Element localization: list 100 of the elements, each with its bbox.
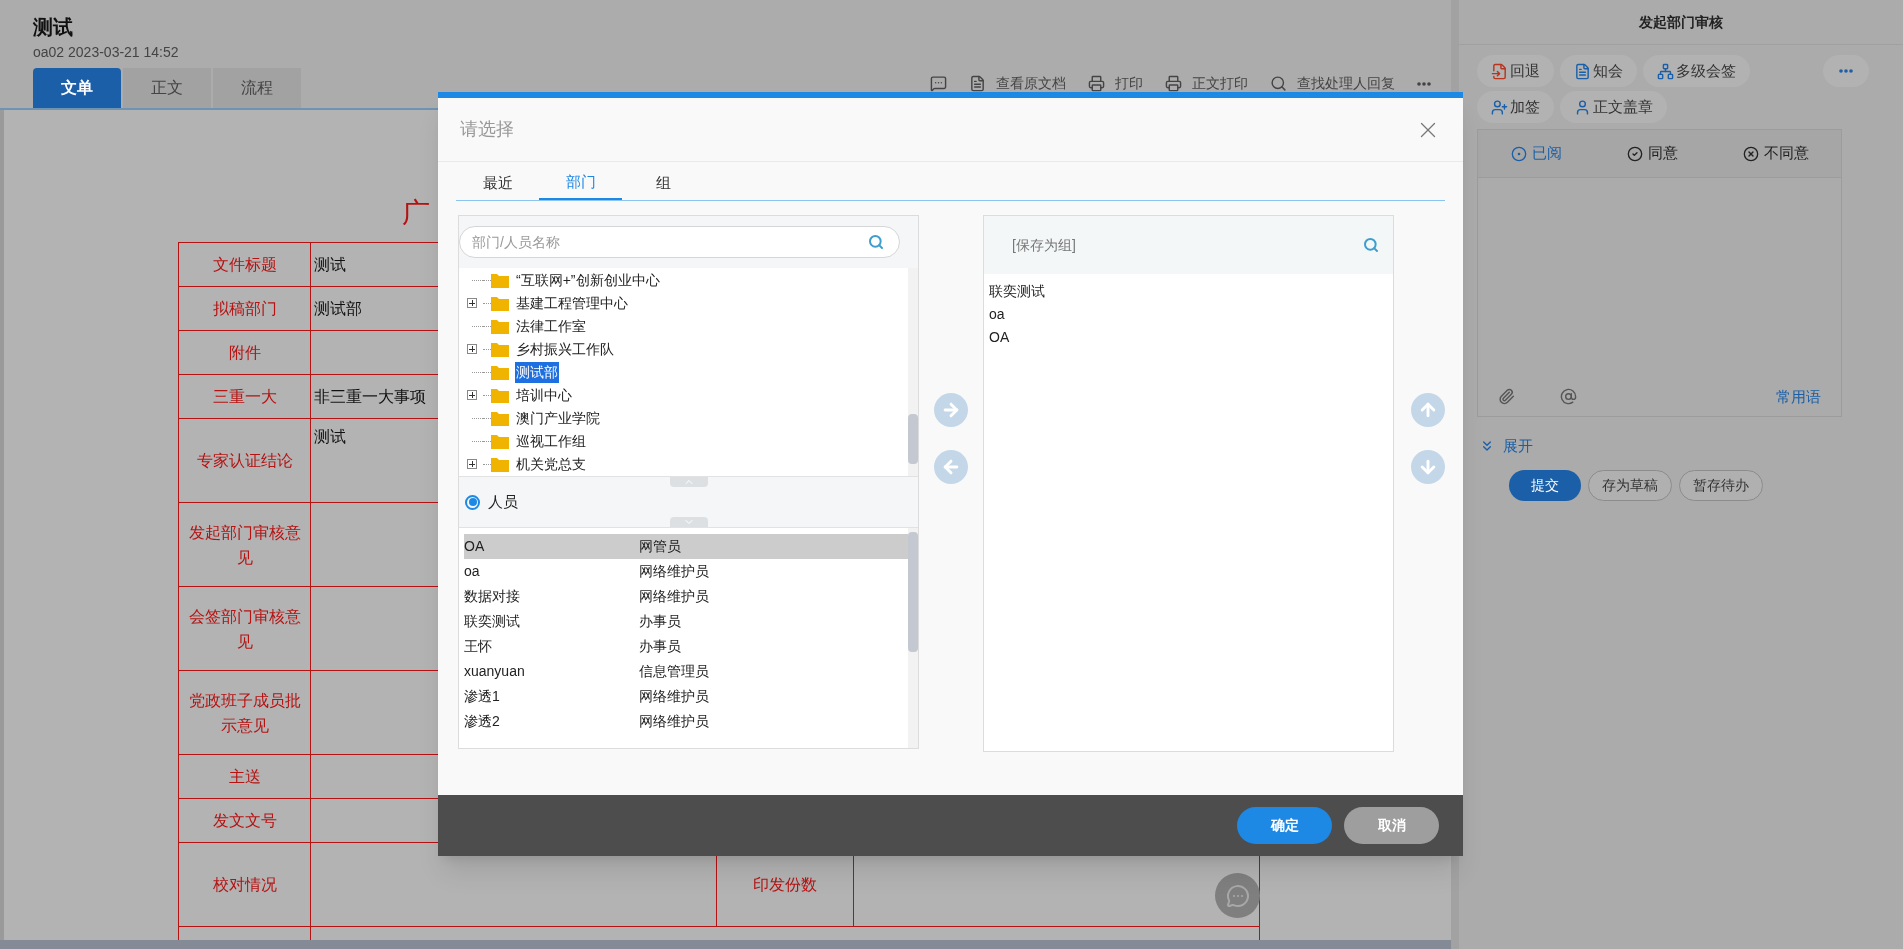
person-role: 网管员 — [639, 537, 681, 556]
arrow-left-icon — [941, 457, 961, 477]
action-button[interactable]: 多级会签 — [1643, 55, 1750, 87]
document-icon — [1574, 62, 1591, 80]
user-plus-icon — [1491, 98, 1508, 116]
person-role: 网络维护员 — [639, 687, 709, 706]
field-label: 党政班子成员批示意见 — [179, 671, 311, 755]
folder-icon — [491, 318, 509, 334]
tree-item[interactable]: 培训中心 — [515, 384, 573, 406]
paperclip-icon[interactable] — [1498, 388, 1515, 406]
field-label: 会签部门审核意见 — [179, 587, 311, 671]
action-button[interactable]: 加签 — [1477, 91, 1554, 123]
more-button[interactable] — [1417, 81, 1431, 86]
document-tab[interactable]: 正文 — [123, 68, 211, 108]
document-tab[interactable]: 流程 — [213, 68, 301, 108]
field-label: 发起部门审核意见 — [179, 503, 311, 587]
field-label: 校对情况 — [179, 843, 311, 927]
dialog-tab[interactable]: 最近 — [456, 166, 539, 200]
search-icon — [1270, 75, 1287, 92]
more-button[interactable] — [1823, 55, 1869, 87]
more-icon — [1417, 81, 1431, 86]
comment-button[interactable] — [930, 75, 947, 92]
tree-item[interactable]: 机关党总支 — [515, 453, 587, 475]
action-button[interactable]: 知会 — [1560, 55, 1637, 87]
document-meta: oa02 2023-03-21 14:52 — [33, 43, 179, 62]
comment-icon — [930, 75, 947, 92]
dialog-title: 请选择 — [460, 118, 514, 141]
expand-toggle[interactable] — [467, 298, 477, 308]
submit-button[interactable]: 提交 — [1509, 469, 1581, 501]
at-icon[interactable] — [1560, 388, 1577, 406]
horizontal-scrollbar[interactable] — [0, 940, 1451, 949]
person-name: 渗透1 — [464, 687, 501, 706]
expand-toggle[interactable] — [467, 344, 477, 354]
panel-title: 发起部门审核 — [1639, 12, 1723, 32]
search-icon[interactable] — [1363, 237, 1379, 253]
person-role: 网络维护员 — [639, 562, 709, 581]
field-label: 三重一大 — [179, 375, 311, 419]
arrow-right-icon — [941, 400, 961, 420]
confirm-button[interactable]: 确定 — [1237, 807, 1332, 844]
person-name: 渗透2 — [464, 712, 501, 731]
secondary-button[interactable]: 暂存待办 — [1679, 469, 1763, 501]
check-circle-icon — [1626, 145, 1643, 162]
person-row[interactable]: xuanyuan 信息管理员 — [464, 659, 908, 684]
toolbar-button[interactable]: 打印 — [1088, 73, 1143, 94]
person-name: 数据对接 — [464, 587, 521, 606]
scrollbar-thumb[interactable] — [908, 414, 918, 464]
dialog-tab[interactable]: 组 — [622, 166, 705, 200]
opinion-tab[interactable]: 同意 — [1626, 142, 1678, 165]
expand-toggle[interactable] — [467, 390, 477, 400]
search-field[interactable]: 部门/人员名称 — [459, 226, 900, 258]
printer-icon — [1088, 75, 1105, 92]
person-name: OA — [464, 537, 486, 556]
folder-icon — [491, 272, 509, 288]
tree-item[interactable]: 测试部 — [515, 361, 559, 383]
move-down-button[interactable] — [1410, 450, 1445, 484]
user-icon — [1574, 98, 1591, 116]
person-row[interactable]: 数据对接 网络维护员 — [464, 584, 908, 609]
opinion-tab[interactable]: 不同意 — [1742, 142, 1809, 165]
document-arrow-icon — [1491, 62, 1508, 80]
field-label: 拟稿部门 — [179, 287, 311, 331]
dialog-tab[interactable]: 部门 — [539, 166, 622, 200]
expand-toggle[interactable] — [467, 459, 477, 469]
person-name: oa — [464, 562, 481, 581]
field-label: 文件标题 — [179, 243, 311, 287]
folder-icon — [491, 295, 509, 311]
search-icon — [868, 234, 884, 250]
person-role: 办事员 — [639, 637, 681, 656]
person-row[interactable]: 渗透1 网络维护员 — [464, 684, 908, 709]
toolbar-button[interactable]: 查找处理人回复 — [1270, 73, 1395, 94]
move-up-button[interactable] — [1410, 393, 1445, 427]
printer-icon — [1165, 75, 1182, 92]
folder-icon — [491, 364, 509, 380]
radio-button[interactable] — [465, 494, 480, 510]
secondary-button[interactable]: 存为草稿 — [1588, 469, 1672, 501]
person-row[interactable]: oa 网络维护员 — [464, 559, 908, 584]
tree-item[interactable]: 巡视工作组 — [515, 430, 587, 452]
field-label: 主送 — [179, 755, 311, 799]
person-name: 联奕测试 — [464, 612, 521, 631]
document-title: 测试 — [33, 15, 73, 40]
field-label: 专家认证结论 — [179, 419, 311, 503]
selected-item[interactable]: oa — [989, 303, 1005, 326]
remove-button[interactable] — [934, 450, 968, 484]
person-row[interactable]: 王怀 办事员 — [464, 634, 908, 659]
person-row[interactable]: 联奕测试 办事员 — [464, 609, 908, 634]
document-icon — [969, 75, 986, 92]
tree-item[interactable]: 基建工程管理中心 — [515, 292, 629, 314]
action-button[interactable]: 正文盖章 — [1560, 91, 1667, 123]
tree-item[interactable]: 乡村振兴工作队 — [515, 338, 615, 360]
toolbar-button[interactable]: 查看原文档 — [969, 73, 1066, 94]
folder-icon — [491, 410, 509, 426]
action-button[interactable]: 回退 — [1477, 55, 1554, 87]
person-row[interactable]: OA 网管员 — [464, 534, 908, 559]
person-row[interactable]: 渗透2 网络维护员 — [464, 709, 908, 734]
document-tab[interactable]: 文单 — [33, 68, 121, 108]
scrollbar-thumb[interactable] — [908, 532, 918, 652]
person-role: 网络维护员 — [639, 712, 709, 731]
x-circle-icon — [1742, 145, 1759, 162]
add-button[interactable] — [934, 393, 968, 427]
toolbar-button[interactable]: 正文打印 — [1165, 73, 1248, 94]
person-role: 办事员 — [639, 612, 681, 631]
